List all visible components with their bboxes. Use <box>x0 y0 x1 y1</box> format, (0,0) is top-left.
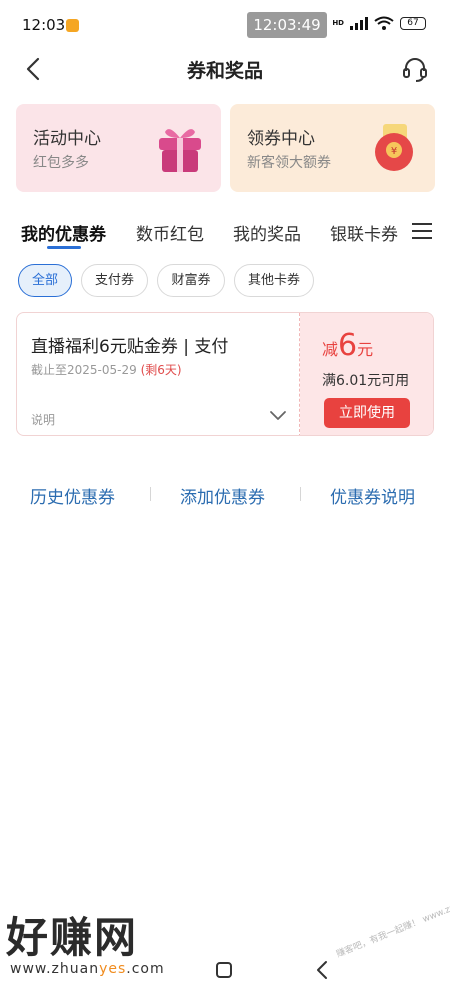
status-bar: 12:03 12:03:49 HD 67 <box>0 0 450 50</box>
coupon-days-left: (剩6天) <box>140 363 182 377</box>
coupon-expiry-date: 截止至2025-05-29 <box>31 363 137 377</box>
watermark-brand: 好赚网 <box>6 913 139 962</box>
overlay-clock: 12:03:49 <box>247 12 327 38</box>
coupon-expiry: 截止至2025-05-29 (剩6天) <box>31 361 182 378</box>
coupon-value-panel: 减6元 满6.01元可用 立即使用 <box>300 313 433 435</box>
page-title: 券和奖品 <box>186 60 263 82</box>
chevron-down-icon[interactable] <box>269 409 287 423</box>
activity-center-card[interactable]: 活动中心 红包多多 <box>16 104 221 192</box>
coupon-condition: 满6.01元可用 <box>322 373 410 389</box>
coupon-card: 直播福利6元贴金券 | 支付 截止至2025-05-29 (剩6天) 说明 减6… <box>16 312 434 436</box>
history-coupons-link[interactable]: 历史优惠券 <box>30 483 115 508</box>
filter-chip-wealth[interactable]: 财富券 <box>157 264 225 297</box>
tab-my-prizes[interactable]: 我的奖品 <box>233 220 301 245</box>
promo-subtitle: 红包多多 <box>33 155 89 171</box>
site-watermark: 好赚网 www.zhuanyes.com <box>6 913 165 978</box>
network-hd-label: HD <box>332 19 344 27</box>
tab-digital-red-packets[interactable]: 数币红包 <box>136 220 204 245</box>
notification-app-icon <box>66 19 79 32</box>
coupon-amount-unit: 元 <box>357 340 374 359</box>
nav-bar: 券和奖品 <box>0 50 450 90</box>
customer-service-icon[interactable] <box>400 54 430 84</box>
coupon-description-label: 说明 <box>31 413 56 427</box>
link-separator <box>300 487 301 501</box>
add-coupon-link[interactable]: 添加优惠券 <box>180 483 265 508</box>
system-home-button[interactable] <box>216 962 232 978</box>
watermark-url-pre: www.zhuan <box>10 961 100 977</box>
battery-icon: 67 <box>400 16 426 30</box>
coupon-amount-prefix: 减 <box>322 340 339 359</box>
link-separator <box>150 487 151 501</box>
menu-icon[interactable] <box>412 222 432 240</box>
coupon-amount-value: 6 <box>338 328 358 363</box>
svg-text:¥: ¥ <box>391 146 397 157</box>
filter-chip-other[interactable]: 其他卡券 <box>234 264 314 297</box>
status-time: 12:03 <box>22 16 66 34</box>
watermark-stamp: 赚客吧，有我一起赚！ www.zuanke8.com <box>335 884 450 960</box>
signal-icon <box>350 16 368 30</box>
promo-title: 领券中心 <box>247 129 315 149</box>
watermark-url-post: .com <box>126 961 165 977</box>
gift-box-icon <box>159 129 201 172</box>
coupon-title: 直播福利6元贴金券 | 支付 <box>31 337 229 357</box>
coupon-amount: 减6元 <box>322 331 373 361</box>
status-indicators: HD 67 <box>332 16 426 30</box>
wifi-icon <box>374 16 394 30</box>
coupon-center-card[interactable]: 领券中心 新客领大额券 ¥ <box>230 104 435 192</box>
coupon-instructions-link[interactable]: 优惠券说明 <box>330 483 415 508</box>
filter-chip-payment[interactable]: 支付券 <box>81 264 148 297</box>
use-now-button[interactable]: 立即使用 <box>324 398 410 428</box>
tab-my-coupons[interactable]: 我的优惠券 <box>21 220 106 245</box>
promo-subtitle: 新客领大额券 <box>247 155 331 171</box>
filter-chip-all[interactable]: 全部 <box>18 264 72 297</box>
red-envelope-icon: ¥ <box>375 124 413 171</box>
active-tab-indicator <box>47 246 81 249</box>
system-back-icon[interactable] <box>314 960 330 980</box>
tab-unionpay-coupons[interactable]: 银联卡券 <box>330 220 398 245</box>
watermark-url: www.zhuanyes.com <box>10 961 165 977</box>
promo-title: 活动中心 <box>33 129 101 149</box>
watermark-url-accent: yes <box>99 961 127 977</box>
